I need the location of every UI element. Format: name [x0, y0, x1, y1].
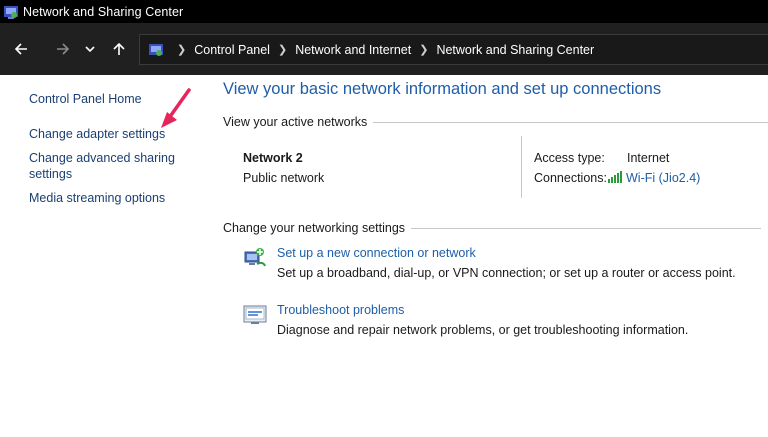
page-title: View your basic network information and … [223, 80, 662, 98]
title-bar: Network and Sharing Center [0, 0, 768, 23]
sidebar-item-media-streaming-options[interactable]: Media streaming options [29, 190, 165, 206]
connection-link[interactable]: Wi-Fi (Jio2.4) [608, 171, 700, 185]
sidebar-item-advanced-sharing-settings[interactable]: Change advanced sharing settings [29, 150, 179, 182]
network-center-icon [4, 5, 18, 19]
window-title: Network and Sharing Center [23, 4, 184, 19]
up-button[interactable] [105, 35, 133, 63]
troubleshoot-description: Diagnose and repair network problems, or… [277, 323, 689, 337]
sidebar-item-control-panel-home[interactable]: Control Panel Home [29, 91, 142, 107]
breadcrumb-network-and-internet[interactable]: Network and Internet [295, 43, 411, 57]
back-arrow-icon [14, 43, 27, 55]
access-type-label: Access type: [534, 151, 605, 165]
settings-header: Change your networking settings [223, 221, 762, 235]
chevron-right-icon: ❯ [419, 44, 429, 56]
settings-header-label: Change your networking settings [223, 221, 406, 235]
active-networks-header-label: View your active networks [223, 115, 368, 129]
chevron-right-icon: ❯ [177, 44, 187, 56]
control-panel-icon [149, 43, 163, 56]
chevron-down-icon [85, 46, 95, 53]
network-name: Network 2 [243, 151, 303, 165]
active-network-panel: Network 2 Public network Access type: In… [223, 128, 768, 200]
forward-button[interactable] [49, 35, 77, 63]
annotation-arrow-icon [161, 88, 191, 128]
breadcrumb-network-sharing-center[interactable]: Network and Sharing Center [436, 43, 594, 57]
sidebar-item-change-adapter-settings[interactable]: Change adapter settings [29, 126, 165, 142]
network-type: Public network [243, 171, 325, 185]
navigation-bar: ❯ Control Panel ❯ Network and Internet ❯… [0, 23, 768, 75]
address-bar[interactable]: ❯ Control Panel ❯ Network and Internet ❯… [139, 34, 768, 65]
back-button[interactable] [7, 35, 35, 63]
divider [521, 136, 522, 198]
divider [373, 121, 768, 123]
troubleshoot-icon [243, 305, 267, 324]
troubleshoot-link[interactable]: Troubleshoot problems [277, 303, 404, 317]
setup-connection-link[interactable]: Set up a new connection or network [277, 246, 476, 260]
chevron-right-icon: ❯ [277, 44, 288, 56]
divider [411, 227, 762, 229]
active-networks-header: View your active networks [223, 115, 768, 129]
connection-link-label[interactable]: Wi-Fi (Jio2.4) [626, 171, 700, 185]
up-arrow-icon [113, 42, 125, 55]
new-connection-icon [244, 248, 266, 267]
setup-connection-description: Set up a broadband, dial-up, or VPN conn… [277, 266, 736, 280]
recent-locations-button[interactable] [79, 35, 101, 63]
breadcrumb-control-panel[interactable]: Control Panel [194, 43, 270, 57]
access-type-value: Internet [627, 151, 670, 165]
wifi-signal-icon [608, 171, 622, 183]
connections-label: Connections: [534, 171, 607, 185]
forward-arrow-icon [57, 43, 70, 55]
